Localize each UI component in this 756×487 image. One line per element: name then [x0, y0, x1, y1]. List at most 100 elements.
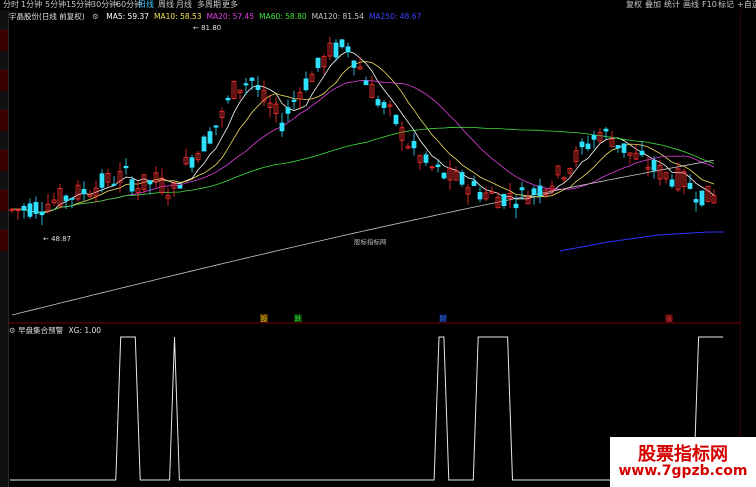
tab-timeframe-0[interactable]: 分时	[3, 0, 19, 10]
candle-body	[351, 60, 357, 68]
sidebar-tab[interactable]	[0, 70, 8, 91]
center-watermark-text: 股标指标网	[354, 237, 387, 246]
candle-body	[693, 199, 699, 203]
candle-body	[441, 172, 447, 179]
candle-body	[651, 160, 657, 171]
candle-body	[411, 140, 417, 149]
sidebar-tab[interactable]	[0, 190, 8, 211]
tab-timeframe-1[interactable]: 1分钟	[21, 0, 42, 10]
watermark-url: www.7gpzb.com	[618, 463, 748, 479]
tab-timeframe-4[interactable]: 30分钟	[91, 0, 117, 10]
stock-name: 宇晶股份(日线 前复权)	[9, 12, 85, 21]
candle-body	[285, 107, 291, 114]
candle-body	[591, 134, 597, 140]
tab-timeframe-3[interactable]: 15分钟	[66, 0, 92, 10]
candle-body	[615, 145, 621, 149]
toolbar-button-6[interactable]: +自选	[737, 0, 756, 10]
candle-body	[333, 42, 339, 58]
candle-body	[129, 179, 135, 192]
candle-body	[315, 57, 321, 69]
candle-body	[477, 192, 483, 200]
ma-legend-item: MA10: 58.53	[154, 12, 202, 21]
candle-body	[345, 46, 351, 53]
candle-body	[279, 122, 285, 132]
toolbar-button-3[interactable]: 画线	[683, 0, 699, 10]
tab-timeframe-7[interactable]: 周线	[158, 0, 174, 10]
toolbar-button-5[interactable]: 标记	[718, 0, 734, 10]
candle-body	[363, 80, 369, 86]
candle-body	[27, 203, 33, 217]
candle-body	[339, 39, 345, 48]
candle-body	[393, 114, 399, 125]
candle-body	[99, 173, 105, 188]
candle-body	[687, 182, 693, 189]
event-marker-label: 投	[261, 314, 268, 323]
candle-body	[111, 183, 117, 186]
gear-icon[interactable]: ⚙	[9, 326, 16, 335]
candle-body	[531, 188, 537, 195]
candle-body	[471, 180, 477, 186]
candle-body	[63, 195, 69, 202]
sub-indicator-legend: ⚙ 早盘集合预警 XG: 1.00	[9, 325, 101, 336]
candle-body	[537, 185, 543, 197]
candle-body	[69, 197, 75, 200]
ma-legend-item: MA250: 48.67	[368, 12, 422, 21]
candle-body	[579, 141, 585, 148]
sub-indicator-value: XG: 1.00	[68, 326, 102, 335]
candle-body	[381, 102, 387, 108]
ma20-line	[11, 80, 715, 213]
candle-body	[519, 187, 525, 191]
ma-legend-item: MA120: 81.54	[311, 12, 364, 21]
sidebar-tab[interactable]	[0, 110, 8, 131]
candle-body	[585, 143, 591, 149]
tab-timeframe-6[interactable]: 日线	[138, 0, 154, 10]
watermark: 股票指标网 www.7gpzb.com	[610, 437, 756, 487]
candle-body	[21, 205, 27, 211]
candle-body	[435, 164, 441, 168]
toolbar: 分时 1分钟 5分钟 15分钟 30分钟 60分钟 日线 周线 月线 多周期 更多 复权 叠加 统计 画线 F…	[0, 0, 756, 10]
candle-body	[201, 136, 207, 152]
toolbar-button-0[interactable]: 复权	[626, 0, 642, 10]
candle-body	[147, 180, 153, 185]
candle-body	[669, 179, 675, 187]
candle-body	[123, 165, 129, 169]
candle-body	[603, 128, 609, 132]
tab-timeframe-8[interactable]: 月线	[176, 0, 192, 10]
toolbar-button-2[interactable]: 统计	[664, 0, 680, 10]
candle-body	[249, 77, 255, 81]
high-price-label: ← 81.80	[193, 24, 221, 32]
toolbar-button-4[interactable]: F10	[702, 0, 717, 10]
event-marker-label: 跌	[295, 314, 302, 323]
ma-legend-item: MA20: 57.45	[206, 12, 255, 21]
candle-body	[459, 172, 465, 185]
candle-body	[177, 184, 183, 189]
event-marker-label: 财	[440, 314, 447, 323]
right-panel	[740, 10, 756, 487]
candle-body	[291, 99, 297, 102]
ma250-line	[559, 231, 724, 252]
sidebar-tab[interactable]	[0, 30, 8, 51]
candle-body	[699, 190, 705, 206]
ma-legend: 宇晶股份(日线 前复权) ⚙ MA5: 59.37 MA10: 58.53 MA20…	[9, 11, 431, 22]
tab-timeframe-2[interactable]: 5分钟	[45, 0, 66, 10]
candle-body	[375, 99, 381, 106]
tab-timeframe-10[interactable]: 更多	[222, 0, 238, 10]
low-price-label: ← 48.87	[43, 235, 71, 243]
toolbar-button-1[interactable]: 叠加	[645, 0, 661, 10]
candle-body	[621, 143, 627, 153]
candle-body	[639, 150, 645, 156]
candle-body	[213, 125, 219, 128]
tab-timeframe-9[interactable]: 多周期	[197, 0, 221, 10]
sub-indicator-title: 早盘集合预警	[18, 326, 64, 335]
candle-body	[39, 211, 45, 216]
candle-body	[513, 203, 519, 209]
ma-legend-item: MA60: 58.80	[259, 12, 307, 21]
candle-body	[303, 78, 309, 91]
sidebar-tab[interactable]	[0, 230, 8, 251]
candle-body	[81, 189, 87, 195]
candle-body	[423, 154, 429, 163]
candle-body	[33, 202, 39, 214]
sidebar-tab[interactable]	[0, 150, 8, 171]
kline-chart[interactable]: ← 81.80 ← 48.87 股标指标网投 跌 财 涨	[8, 10, 740, 487]
gear-icon[interactable]: ⚙	[92, 12, 99, 21]
